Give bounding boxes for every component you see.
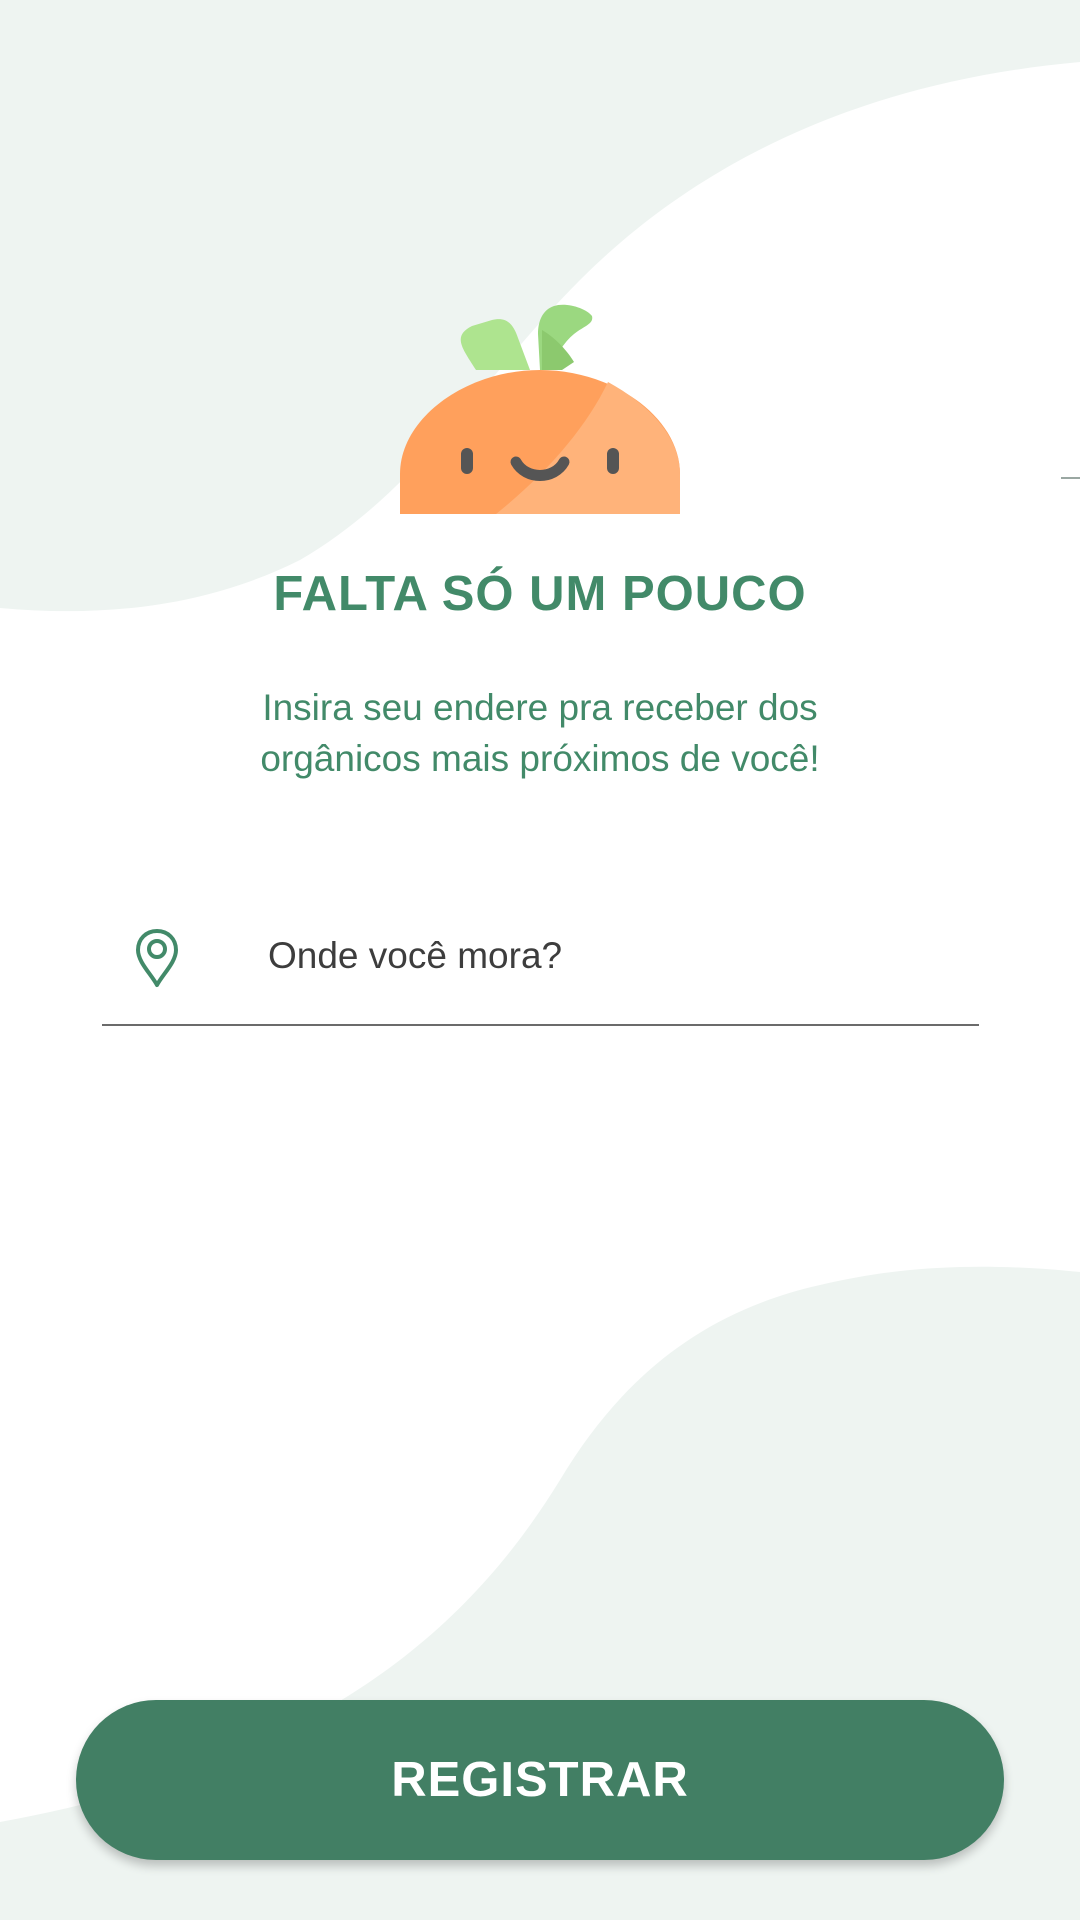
page-title: FALTA SÓ UM POUCO xyxy=(273,567,807,621)
edge-indicator xyxy=(1061,477,1080,479)
page-subtitle: Insira seu endere pra receber dos orgâni… xyxy=(260,687,820,779)
right-eye xyxy=(607,448,619,474)
carrot-mascot-icon xyxy=(400,304,680,514)
left-leaf xyxy=(460,319,530,370)
left-eye xyxy=(461,448,473,474)
address-input[interactable] xyxy=(268,926,958,986)
location-pin-icon xyxy=(136,929,178,987)
register-button[interactable]: REGISTRAR xyxy=(76,1700,1004,1860)
address-registration-screen: FALTA SÓ UM POUCO Insira seu endere pra … xyxy=(0,0,1080,1920)
address-field[interactable] xyxy=(102,910,979,1026)
